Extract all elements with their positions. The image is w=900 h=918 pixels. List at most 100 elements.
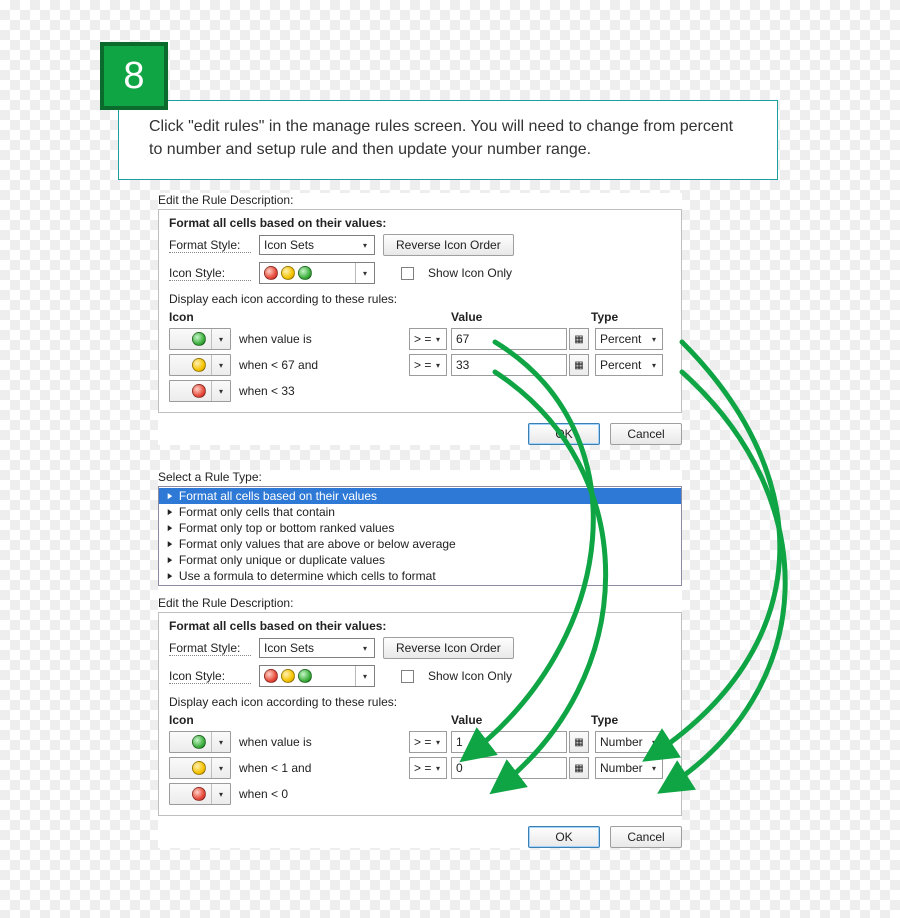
edit-rule-dialog-before: Edit the Rule Description: Format all ce… (158, 193, 682, 445)
value-input[interactable]: 0 (451, 757, 567, 779)
range-picker-button[interactable]: ▦ (569, 731, 589, 753)
chevron-down-icon: ▾ (358, 641, 372, 655)
header-icon: Icon (169, 310, 409, 324)
operator-select[interactable]: > = ▾ (409, 354, 447, 376)
rules-headers: Icon Value Type (169, 713, 671, 727)
header-value: Value (451, 713, 591, 727)
ok-label: OK (555, 830, 572, 844)
rule-row: ▾ when value is > = ▾ 67 ▦ Percent ▾ (169, 328, 671, 350)
operator-select[interactable]: > = ▾ (409, 757, 447, 779)
reverse-icon-order-label: Reverse Icon Order (396, 641, 501, 655)
red-circle-icon (192, 384, 206, 398)
reverse-icon-order-button[interactable]: Reverse Icon Order (383, 234, 514, 256)
format-style-value: Icon Sets (264, 641, 314, 655)
show-icon-only-label: Show Icon Only (428, 266, 512, 280)
operator-select[interactable]: > = ▾ (409, 328, 447, 350)
type-select[interactable]: Percent ▾ (595, 328, 663, 350)
chevron-down-icon: ▾ (211, 355, 230, 375)
range-picker-button[interactable]: ▦ (569, 757, 589, 779)
chevron-down-icon: ▾ (211, 732, 230, 752)
amber-circle-icon (192, 761, 206, 775)
rule-row: ▾ when < 67 and > = ▾ 33 ▦ Percent ▾ (169, 354, 671, 376)
icon-select[interactable]: ▾ (169, 731, 231, 753)
rule-type-item[interactable]: ►Format only cells that contain (159, 504, 681, 520)
icon-style-label: Icon Style: (169, 669, 251, 684)
icon-select[interactable]: ▾ (169, 354, 231, 376)
value-input[interactable]: 67 (451, 328, 567, 350)
icon-select[interactable]: ▾ (169, 757, 231, 779)
header-type: Type (591, 713, 659, 727)
chevron-down-icon: ▾ (431, 332, 445, 346)
header-value: Value (451, 310, 591, 324)
red-circle-icon (264, 669, 278, 683)
rule-type-item[interactable]: ►Format only top or bottom ranked values (159, 520, 681, 536)
ok-button[interactable]: OK (528, 826, 600, 848)
show-icon-only-label: Show Icon Only (428, 669, 512, 683)
type-value: Percent (600, 332, 641, 346)
green-circle-icon (192, 735, 206, 749)
cancel-button[interactable]: Cancel (610, 423, 682, 445)
chevron-down-icon: ▾ (211, 381, 230, 401)
operator-value: > = (414, 761, 431, 775)
operator-value: > = (414, 735, 431, 749)
chevron-down-icon: ▾ (647, 735, 661, 749)
value-text: 33 (456, 358, 469, 372)
type-select[interactable]: Number ▾ (595, 757, 663, 779)
cancel-label: Cancel (627, 830, 664, 844)
format-style-label: Format Style: (169, 238, 251, 253)
rule-type-item[interactable]: ►Format only values that are above or be… (159, 536, 681, 552)
step-badge: 8 (100, 42, 168, 110)
rule-type-item[interactable]: ►Format all cells based on their values (159, 488, 681, 504)
range-picker-button[interactable]: ▦ (569, 328, 589, 350)
show-icon-only-checkbox[interactable] (401, 670, 414, 683)
type-value: Number (600, 735, 643, 749)
format-style-select[interactable]: Icon Sets ▾ (259, 235, 375, 255)
chevron-down-icon: ▾ (211, 329, 230, 349)
chevron-down-icon: ▾ (431, 358, 445, 372)
edit-rule-description-title: Edit the Rule Description: (158, 596, 682, 610)
rule-type-label: Format only unique or duplicate values (179, 553, 385, 567)
arrow-icon: ► (166, 523, 173, 534)
type-select[interactable]: Number ▾ (595, 731, 663, 753)
type-value: Number (600, 761, 643, 775)
reverse-icon-order-button[interactable]: Reverse Icon Order (383, 637, 514, 659)
icon-select[interactable]: ▾ (169, 328, 231, 350)
amber-circle-icon (281, 266, 295, 280)
operator-select[interactable]: > = ▾ (409, 731, 447, 753)
format-style-select[interactable]: Icon Sets ▾ (259, 638, 375, 658)
rule-type-item[interactable]: ►Use a formula to determine which cells … (159, 568, 681, 584)
icon-style-select[interactable]: ▾ (259, 262, 375, 284)
when-text: when value is (239, 332, 312, 346)
range-icon: ▦ (574, 360, 583, 371)
icon-select[interactable]: ▾ (169, 783, 231, 805)
header-type: Type (591, 310, 659, 324)
value-input[interactable]: 1 (451, 731, 567, 753)
rule-type-label: Format all cells based on their values (179, 489, 377, 503)
type-select[interactable]: Percent ▾ (595, 354, 663, 376)
rule-type-item[interactable]: ►Format only unique or duplicate values (159, 552, 681, 568)
select-rule-type-title: Select a Rule Type: (158, 470, 682, 484)
display-rules-label: Display each icon according to these rul… (169, 695, 671, 709)
arrow-icon: ► (166, 539, 173, 550)
chevron-down-icon: ▾ (358, 238, 372, 252)
cancel-button[interactable]: Cancel (610, 826, 682, 848)
operator-value: > = (414, 358, 431, 372)
operator-value: > = (414, 332, 431, 346)
rule-type-label: Format only cells that contain (179, 505, 335, 519)
type-value: Percent (600, 358, 641, 372)
icon-select[interactable]: ▾ (169, 380, 231, 402)
rule-row: ▾ when < 33 (169, 380, 671, 402)
chevron-down-icon: ▾ (211, 758, 230, 778)
arrow-icon: ► (166, 571, 173, 582)
range-picker-button[interactable]: ▦ (569, 354, 589, 376)
value-input[interactable]: 33 (451, 354, 567, 376)
rules-headers: Icon Value Type (169, 310, 671, 324)
show-icon-only-checkbox[interactable] (401, 267, 414, 280)
edit-rule-box: Format all cells based on their values: … (158, 209, 682, 413)
when-text: when < 1 and (239, 761, 311, 775)
rule-type-list[interactable]: ►Format all cells based on their values … (158, 486, 682, 586)
icon-style-select[interactable]: ▾ (259, 665, 375, 687)
when-text: when < 33 (239, 384, 295, 398)
rule-row: ▾ when < 0 (169, 783, 671, 805)
ok-button[interactable]: OK (528, 423, 600, 445)
